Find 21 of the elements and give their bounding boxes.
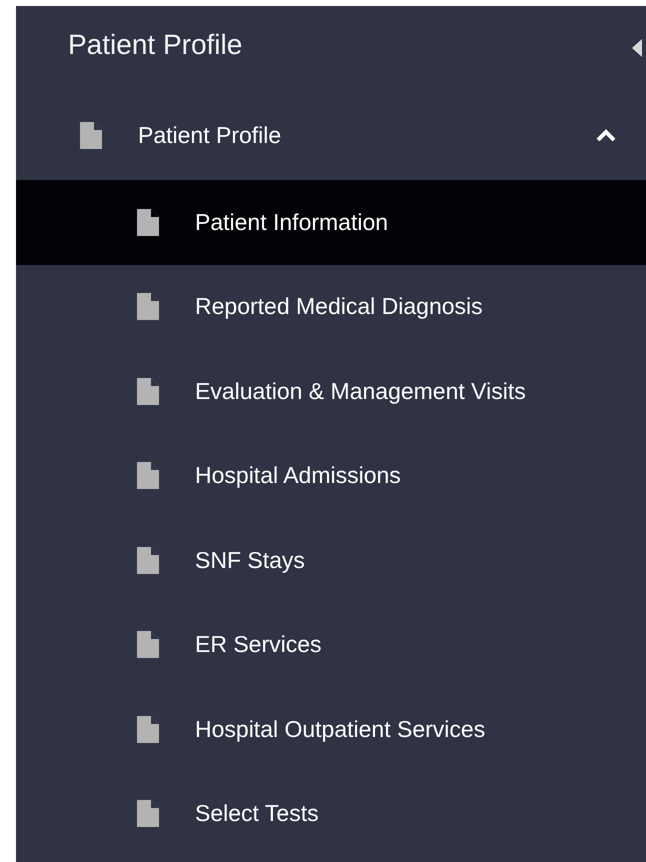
sidebar-item[interactable]: Hospital Admissions — [16, 434, 646, 518]
sidebar-item[interactable]: Reported Medical Diagnosis — [16, 264, 646, 349]
sidebar-item[interactable]: Patient Information — [16, 180, 646, 264]
sidebar-item[interactable]: Select Tests — [16, 772, 646, 856]
collapse-arrow-icon[interactable] — [632, 39, 642, 57]
document-icon — [137, 208, 159, 236]
document-icon — [137, 293, 159, 320]
document-icon — [137, 716, 159, 743]
sidebar-item[interactable]: ER Services — [16, 602, 646, 687]
sidebar-item[interactable]: Hospital Outpatient Services — [16, 687, 646, 772]
sidebar-group[interactable]: Patient Profile — [16, 90, 646, 180]
document-icon — [137, 800, 159, 828]
chevron-up-icon — [596, 128, 616, 142]
document-icon — [137, 378, 159, 405]
document-icon — [137, 631, 159, 658]
document-icon — [80, 122, 102, 148]
sidebar-title: Patient Profile — [68, 29, 242, 62]
sidebar-item[interactable]: Evaluation & Management Visits — [16, 349, 646, 434]
sidebar-item[interactable]: SNF Stays — [16, 518, 646, 602]
document-icon — [137, 546, 159, 574]
document-icon — [137, 462, 159, 490]
